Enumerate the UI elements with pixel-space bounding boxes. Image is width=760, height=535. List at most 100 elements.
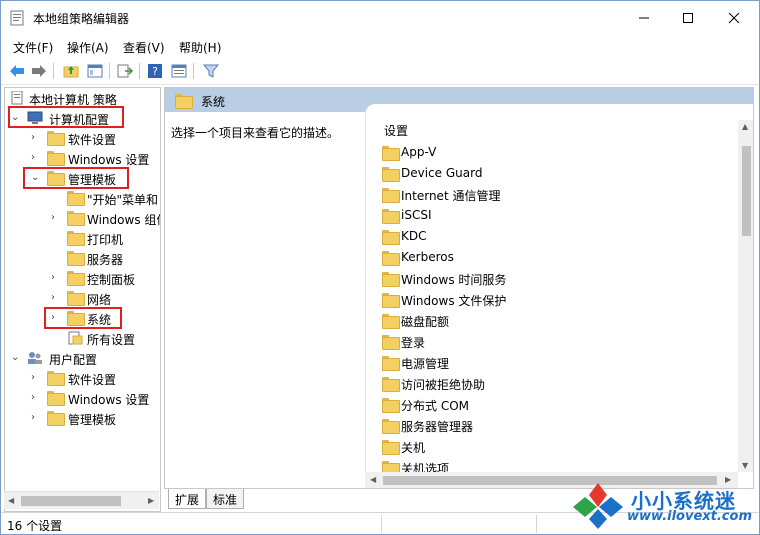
svg-text:?: ? — [152, 65, 158, 78]
export-list-button[interactable] — [115, 61, 135, 81]
list-item-label: KDC — [401, 229, 427, 243]
tree-item-windows-settings[interactable]: › Windows 设置 — [5, 148, 160, 168]
folder-icon — [382, 377, 400, 392]
tree-item-user-windows-settings[interactable]: › Windows 设置 — [5, 388, 160, 408]
scroll-down-icon[interactable]: ▼ — [742, 461, 748, 470]
minimize-button[interactable] — [621, 1, 667, 35]
tree-label: 用户配置 — [49, 353, 98, 367]
folder-icon — [67, 291, 85, 306]
list-item[interactable]: 登录 — [382, 331, 722, 352]
chevron-down-icon[interactable]: ⌄ — [11, 353, 21, 363]
list-item[interactable]: iSCSI — [382, 205, 722, 226]
list-item-label: 电源管理 — [401, 357, 450, 371]
highlight-box-admin-templates — [23, 167, 129, 189]
list-item[interactable]: Internet 通信管理 — [382, 184, 722, 205]
maximize-button[interactable] — [665, 1, 711, 35]
chevron-right-icon[interactable]: › — [31, 413, 41, 423]
up-folder-button[interactable] — [61, 61, 81, 81]
tree-item-user-admin-templates[interactable]: › 管理模板 — [5, 408, 160, 428]
chevron-right-icon[interactable]: › — [51, 293, 61, 303]
forward-button[interactable] — [29, 61, 49, 81]
list-item[interactable]: 关机 — [382, 436, 722, 457]
tree-item-root[interactable]: 本地计算机 策略 — [5, 88, 160, 108]
scroll-right-icon[interactable]: ▶ — [148, 496, 154, 505]
folder-icon — [382, 314, 400, 329]
folder-icon — [47, 411, 65, 426]
list-item[interactable]: Kerberos — [382, 247, 722, 268]
list-vertical-scrollbar[interactable]: ▲ ▼ — [738, 120, 753, 472]
show-hide-tree-button[interactable] — [85, 61, 105, 81]
chevron-right-icon[interactable]: › — [31, 153, 41, 163]
list-item[interactable]: 电源管理 — [382, 352, 722, 373]
back-button[interactable] — [7, 61, 27, 81]
folder-icon — [47, 391, 65, 406]
filter-button[interactable] — [201, 61, 221, 81]
tree-label: 所有设置 — [87, 333, 136, 347]
help-button[interactable]: ? — [145, 61, 165, 81]
list-item-label: 登录 — [401, 336, 426, 350]
list-item-label: 关机 — [401, 441, 426, 455]
title-bar[interactable]: 本地组策略编辑器 — [1, 1, 759, 35]
tree-item-server[interactable]: 服务器 — [5, 248, 160, 268]
scroll-left-icon[interactable]: ◀ — [8, 496, 14, 505]
list-item[interactable]: Device Guard — [382, 163, 722, 184]
tree-item-software-settings[interactable]: › 软件设置 — [5, 128, 160, 148]
gpedit-window: 本地组策略编辑器 文件(F) 操作(A) 查看(V) 帮助(H) ? 本地计算机… — [0, 0, 760, 535]
list-item[interactable]: Windows 时间服务 — [382, 268, 722, 289]
folder-icon — [382, 251, 400, 266]
list-item[interactable]: 分布式 COM — [382, 394, 722, 415]
watermark-url: www.ilovext.com — [627, 509, 752, 524]
scrollbar-thumb[interactable] — [742, 146, 751, 236]
tree-item-all-settings[interactable]: 所有设置 — [5, 328, 160, 348]
folder-icon — [382, 230, 400, 245]
tree-item-windows-components[interactable]: › Windows 组件 — [5, 208, 161, 228]
list-item[interactable]: 访问被拒绝协助 — [382, 373, 722, 394]
list-item-label: 访问被拒绝协助 — [401, 378, 486, 392]
folder-icon — [382, 188, 400, 203]
scrollbar-thumb[interactable] — [21, 496, 121, 506]
watermark-logo-icon — [573, 483, 623, 529]
toolbar-separator — [139, 63, 140, 79]
settings-list[interactable]: 设置 App-V Device Guard Internet 通信管理 iSCS… — [365, 104, 753, 488]
chevron-right-icon[interactable]: › — [31, 393, 41, 403]
list-item[interactable]: App-V — [382, 142, 722, 163]
folder-icon — [67, 231, 85, 246]
list-item-label: App-V — [401, 145, 437, 159]
chevron-right-icon[interactable]: › — [51, 213, 61, 223]
tree-item-start-menu[interactable]: "开始"菜单和 — [5, 188, 160, 208]
tree-label: 管理模板 — [68, 413, 117, 427]
list-item[interactable]: KDC — [382, 226, 722, 247]
list-item-label: 分布式 COM — [401, 399, 469, 413]
tree-pane[interactable]: 本地计算机 策略 ⌄ 计算机配置 › 软件设置 › Windows 设置 ⌄ 管… — [4, 87, 161, 512]
users-icon — [27, 351, 43, 365]
list-item[interactable]: 服务器管理器 — [382, 415, 722, 436]
scroll-left-icon[interactable]: ◀ — [370, 475, 376, 484]
back-arrow-icon — [10, 65, 24, 77]
chevron-right-icon[interactable]: › — [51, 273, 61, 283]
all-settings-icon — [67, 331, 83, 345]
tree-item-user-software-settings[interactable]: › 软件设置 — [5, 368, 160, 388]
menu-help[interactable]: 帮助(H) — [179, 39, 221, 56]
chevron-right-icon[interactable]: › — [31, 373, 41, 383]
up-folder-icon — [63, 66, 79, 78]
menu-file[interactable]: 文件(F) — [13, 39, 53, 56]
list-item[interactable]: Windows 文件保护 — [382, 289, 722, 310]
list-item-label: Windows 时间服务 — [401, 273, 507, 287]
menu-view[interactable]: 查看(V) — [123, 39, 165, 56]
menu-action[interactable]: 操作(A) — [67, 39, 109, 56]
tree-item-user-config[interactable]: ⌄ 用户配置 — [5, 348, 160, 368]
close-button[interactable] — [711, 1, 757, 35]
scroll-up-icon[interactable]: ▲ — [742, 122, 748, 131]
tree-item-control-panel[interactable]: › 控制面板 — [5, 268, 160, 288]
list-item[interactable]: 磁盘配额 — [382, 310, 722, 331]
list-item-label: 服务器管理器 — [401, 420, 474, 434]
tab-extended[interactable]: 扩展 — [168, 489, 207, 509]
tree-item-printers[interactable]: 打印机 — [5, 228, 160, 248]
tab-standard[interactable]: 标准 — [206, 489, 245, 509]
tree-horizontal-scrollbar[interactable]: ◀ ▶ — [4, 491, 159, 509]
tree-label: Windows 组件 — [87, 213, 161, 227]
chevron-right-icon[interactable]: › — [31, 133, 41, 143]
tree-item-network[interactable]: › 网络 — [5, 288, 160, 308]
column-header-setting[interactable]: 设置 — [384, 122, 408, 139]
properties-button[interactable] — [169, 61, 189, 81]
